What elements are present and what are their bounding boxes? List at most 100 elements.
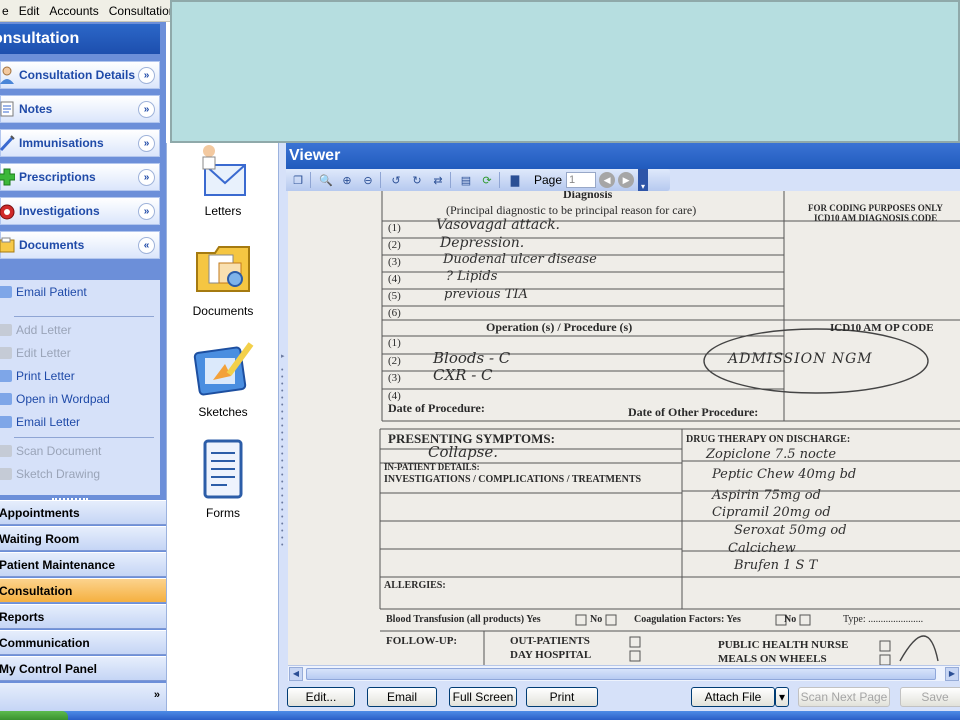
section-consultation-details[interactable]: Consultation Details » xyxy=(0,61,160,89)
operation-heading: Operation (s) / Procedure (s) xyxy=(486,320,633,334)
task-open-in-wordpad[interactable]: Open in Wordpad xyxy=(0,390,110,408)
menu-accounts[interactable]: Accounts xyxy=(44,4,103,18)
section-notes[interactable]: Notes » xyxy=(0,95,160,123)
menu-edit[interactable]: Edit xyxy=(14,4,45,18)
nav-consultation[interactable]: Consultation xyxy=(0,578,166,603)
doc-type-sketches[interactable]: Sketches xyxy=(167,336,279,419)
edit-button[interactable]: Edit... xyxy=(287,687,355,707)
documents-icon xyxy=(0,236,15,254)
expand-chevron-icon[interactable]: » xyxy=(138,168,155,186)
viewer-panel: Viewer ❐ 🔍 ⊕ ⊖ ↺ ↻ ⇄ ▤ ⟳ ▇ Page ◀ ▶ ▾ xyxy=(286,143,960,711)
rotate-right-icon[interactable]: ↻ xyxy=(408,171,426,189)
nav-reports[interactable]: Reports xyxy=(0,604,166,629)
doc-type-letters[interactable]: Letters xyxy=(167,143,279,218)
handwritten-diagnosis: Duodenal ulcer disease xyxy=(443,252,597,267)
sketches-icon xyxy=(193,342,254,396)
previous-page-icon[interactable]: ◀ xyxy=(599,172,616,188)
op-code-label: ICD10 AM OP CODE xyxy=(830,322,934,334)
print-icon xyxy=(0,370,12,382)
zoom-icon[interactable]: 🔍 xyxy=(317,171,335,189)
scan-next-page-button: Scan Next Page xyxy=(798,687,890,707)
expand-chevron-icon[interactable]: » xyxy=(138,66,155,84)
diagnosis-number: (4) xyxy=(388,273,401,285)
task-label: Email Patient xyxy=(16,285,87,299)
section-label: Documents xyxy=(19,238,85,252)
section-documents[interactable]: Documents « xyxy=(0,231,160,259)
flip-icon[interactable]: ⇄ xyxy=(429,171,447,189)
nav-communication[interactable]: Communication xyxy=(0,630,166,655)
section-investigations[interactable]: Investigations » xyxy=(0,197,160,225)
expand-chevron-icon[interactable]: » xyxy=(138,100,155,118)
scroll-right-icon[interactable]: ▶ xyxy=(945,667,959,681)
rotate-left-icon[interactable]: ↺ xyxy=(387,171,405,189)
horizontal-scrollbar[interactable]: ◀ ▶ xyxy=(288,665,960,681)
section-label: Immunisations xyxy=(19,136,104,150)
handwritten-drug: Cipramil 20mg od xyxy=(712,505,831,520)
handwritten-diagnosis: Vasovagal attack. xyxy=(436,217,560,233)
diagnosis-number: (1) xyxy=(388,222,401,234)
section-prescriptions[interactable]: Prescriptions » xyxy=(0,163,160,191)
attach-file-dropdown[interactable]: ▾ xyxy=(775,687,789,707)
scroll-left-icon[interactable]: ◀ xyxy=(289,667,303,681)
start-button[interactable] xyxy=(0,711,68,720)
task-print-letter[interactable]: Print Letter xyxy=(0,367,75,385)
chart-icon[interactable]: ▇ xyxy=(506,171,524,189)
attach-file-button[interactable]: Attach File xyxy=(691,687,775,707)
inpatient-details-label: IN-PATIENT DETAILS: xyxy=(384,462,480,472)
handwritten-drug: Peptic Chew 40mg bd xyxy=(712,467,857,482)
doc-type-forms[interactable]: Forms xyxy=(167,437,279,520)
full-screen-button[interactable]: Full Screen xyxy=(449,687,517,707)
scanned-document-image: Diagnosis (Principal diagnostic to be pr… xyxy=(288,191,960,665)
scrollbar-thumb[interactable] xyxy=(306,668,936,680)
menu-consultation[interactable]: Consultation xyxy=(104,4,172,18)
operation-number: (1) xyxy=(388,337,401,349)
section-immunisations[interactable]: Immunisations » xyxy=(0,129,160,157)
task-edit-letter: Edit Letter xyxy=(0,344,71,362)
handwritten-presenting-symptom: Collapse. xyxy=(428,443,498,461)
toolbar-overflow-icon[interactable]: ▾ xyxy=(638,169,649,191)
print-button[interactable]: Print xyxy=(526,687,598,707)
next-page-icon[interactable]: ▶ xyxy=(618,172,635,188)
task-label: Edit Letter xyxy=(16,346,71,360)
notes-icon xyxy=(0,100,15,118)
handwritten-drug: Aspirin 75mg od xyxy=(712,488,821,503)
coding-note-1: FOR CODING PURPOSES ONLY xyxy=(808,203,943,213)
refresh-icon[interactable]: ⟳ xyxy=(478,171,496,189)
nav-waiting-room[interactable]: Waiting Room xyxy=(0,526,166,551)
handwritten-drug: Brufen 1 S T xyxy=(734,558,818,573)
doc-type-documents[interactable]: Documents xyxy=(167,235,279,318)
documents-folder-icon xyxy=(196,246,250,292)
expand-chevron-icon[interactable]: » xyxy=(138,134,155,152)
task-email-letter[interactable]: Email Letter xyxy=(0,413,80,431)
nav-appointments[interactable]: Appointments xyxy=(0,500,166,525)
expand-chevron-icon[interactable]: » xyxy=(138,202,155,220)
documents-task-panel: Email Patient Add Letter Edit Letter Pri… xyxy=(0,280,160,495)
fit-icon[interactable]: ❐ xyxy=(289,171,307,189)
blood-transfusion-no: No xyxy=(590,614,603,625)
prescription-cross-icon xyxy=(0,168,16,186)
email-icon xyxy=(0,286,12,298)
menu-file[interactable]: e xyxy=(0,4,14,18)
forms-icon xyxy=(203,439,243,499)
sketch-icon xyxy=(0,468,12,480)
task-label: Sketch Drawing xyxy=(16,467,101,481)
section-label: Notes xyxy=(19,102,53,116)
collapse-chevron-icon[interactable]: « xyxy=(138,236,155,254)
scan-icon[interactable]: ▤ xyxy=(457,171,475,189)
section-label: Investigations xyxy=(19,204,100,218)
pane-splitter[interactable]: ▸ • • • • • • • • • • • • • • • • • • • • • • • • • • xyxy=(278,143,286,711)
outpatients-label: OUT-PATIENTS xyxy=(510,635,590,647)
email-button[interactable]: Email xyxy=(367,687,437,707)
zoom-out-icon[interactable]: ⊖ xyxy=(359,171,377,189)
handwritten-diagnosis: Depression. xyxy=(440,235,525,251)
nav-patient-maintenance[interactable]: Patient Maintenance xyxy=(0,552,166,577)
task-email-patient[interactable]: Email Patient xyxy=(0,283,87,301)
zoom-in-icon[interactable]: ⊕ xyxy=(338,171,356,189)
coagulation-label: Coagulation Factors: Yes xyxy=(634,614,741,625)
drug-therapy-label: DRUG THERAPY ON DISCHARGE: xyxy=(686,434,851,445)
investigations-icon xyxy=(0,202,15,220)
nav-more-button[interactable]: » xyxy=(0,683,166,711)
page-number-input[interactable] xyxy=(566,172,597,188)
meals-on-wheels-label: MEALS ON WHEELS xyxy=(718,653,827,665)
nav-my-control-panel[interactable]: My Control Panel xyxy=(0,656,166,681)
